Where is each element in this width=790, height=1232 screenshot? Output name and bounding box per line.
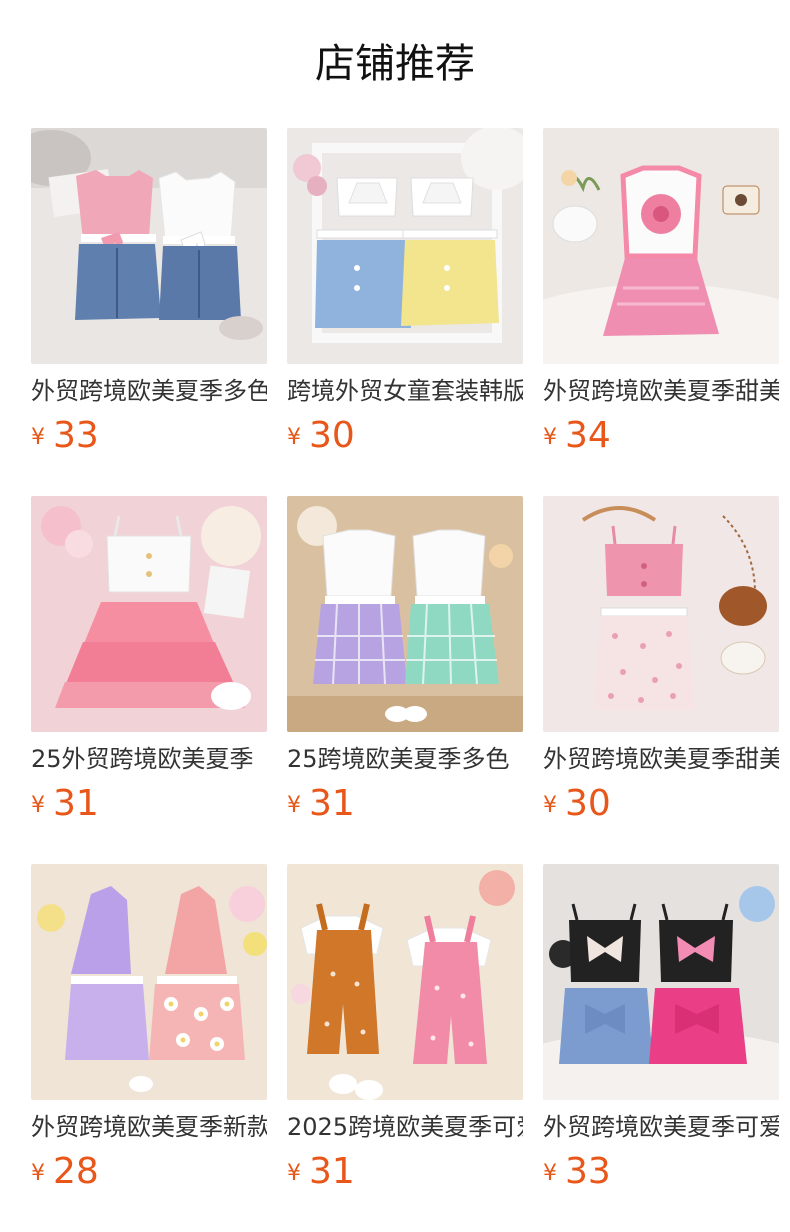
product-price: ¥30: [543, 782, 611, 826]
currency-symbol: ¥: [287, 425, 301, 450]
product-card[interactable]: 外贸跨境欧美夏季可爱 ¥33: [543, 864, 779, 1232]
currency-symbol: ¥: [31, 1161, 45, 1186]
product-card[interactable]: 外贸跨境欧美夏季甜美 ¥30: [543, 496, 779, 864]
product-card[interactable]: 25跨境欧美夏季多色 ¥31: [287, 496, 523, 864]
product-card[interactable]: 外贸跨境欧美夏季新款 ¥28: [31, 864, 267, 1232]
price-value: 28: [53, 1151, 99, 1192]
product-image[interactable]: [287, 864, 523, 1100]
page-title: 店铺推荐: [315, 41, 475, 87]
product-image[interactable]: [31, 496, 267, 732]
product-title[interactable]: 外贸跨境欧美夏季新款: [31, 1110, 267, 1144]
product-price: ¥33: [543, 1150, 611, 1194]
product-image[interactable]: [543, 864, 779, 1100]
product-title[interactable]: 2025跨境欧美夏季可爱: [287, 1110, 523, 1144]
product-title[interactable]: 25外贸跨境欧美夏季: [31, 742, 267, 776]
product-title[interactable]: 外贸跨境欧美夏季甜美: [543, 374, 779, 408]
product-title[interactable]: 外贸跨境欧美夏季可爱: [543, 1110, 779, 1144]
product-title[interactable]: 外贸跨境欧美夏季多色: [31, 374, 267, 408]
product-price: ¥33: [31, 414, 99, 458]
product-card[interactable]: 25外贸跨境欧美夏季 ¥31: [31, 496, 267, 864]
price-value: 30: [565, 783, 611, 824]
price-value: 31: [53, 783, 99, 824]
product-image[interactable]: [31, 128, 267, 364]
currency-symbol: ¥: [287, 793, 301, 818]
currency-symbol: ¥: [543, 1161, 557, 1186]
product-card[interactable]: 外贸跨境欧美夏季甜美 ¥34: [543, 128, 779, 496]
product-card[interactable]: 2025跨境欧美夏季可爱 ¥31: [287, 864, 523, 1232]
product-title[interactable]: 跨境外贸女童套装韩版: [287, 374, 523, 408]
product-image[interactable]: [543, 496, 779, 732]
price-value: 30: [309, 415, 355, 456]
price-value: 34: [565, 415, 611, 456]
product-image[interactable]: [31, 864, 267, 1100]
price-value: 31: [309, 1151, 355, 1192]
currency-symbol: ¥: [543, 425, 557, 450]
currency-symbol: ¥: [31, 425, 45, 450]
product-image[interactable]: [287, 496, 523, 732]
product-card[interactable]: 跨境外贸女童套装韩版 ¥30: [287, 128, 523, 496]
product-price: ¥31: [287, 782, 355, 826]
product-grid: 外贸跨境欧美夏季多色 ¥33 跨境外贸女童套装韩版 ¥ 30 外贸跨境欧美夏季甜…: [31, 128, 790, 1232]
product-price: ¥31: [287, 1150, 355, 1194]
product-price: ¥31: [31, 782, 99, 826]
product-price: ¥28: [31, 1150, 99, 1194]
product-price: ¥30: [287, 414, 355, 458]
currency-symbol: ¥: [31, 793, 45, 818]
currency-symbol: ¥: [543, 793, 557, 818]
product-title[interactable]: 外贸跨境欧美夏季甜美: [543, 742, 779, 776]
price-value: 31: [309, 783, 355, 824]
product-image[interactable]: [543, 128, 779, 364]
price-value: 33: [565, 1151, 611, 1192]
currency-symbol: ¥: [287, 1161, 301, 1186]
product-price: ¥34: [543, 414, 611, 458]
product-title[interactable]: 25跨境欧美夏季多色: [287, 742, 523, 776]
price-value: 33: [53, 415, 99, 456]
product-image[interactable]: [287, 128, 523, 364]
product-card[interactable]: 外贸跨境欧美夏季多色 ¥33: [31, 128, 267, 496]
